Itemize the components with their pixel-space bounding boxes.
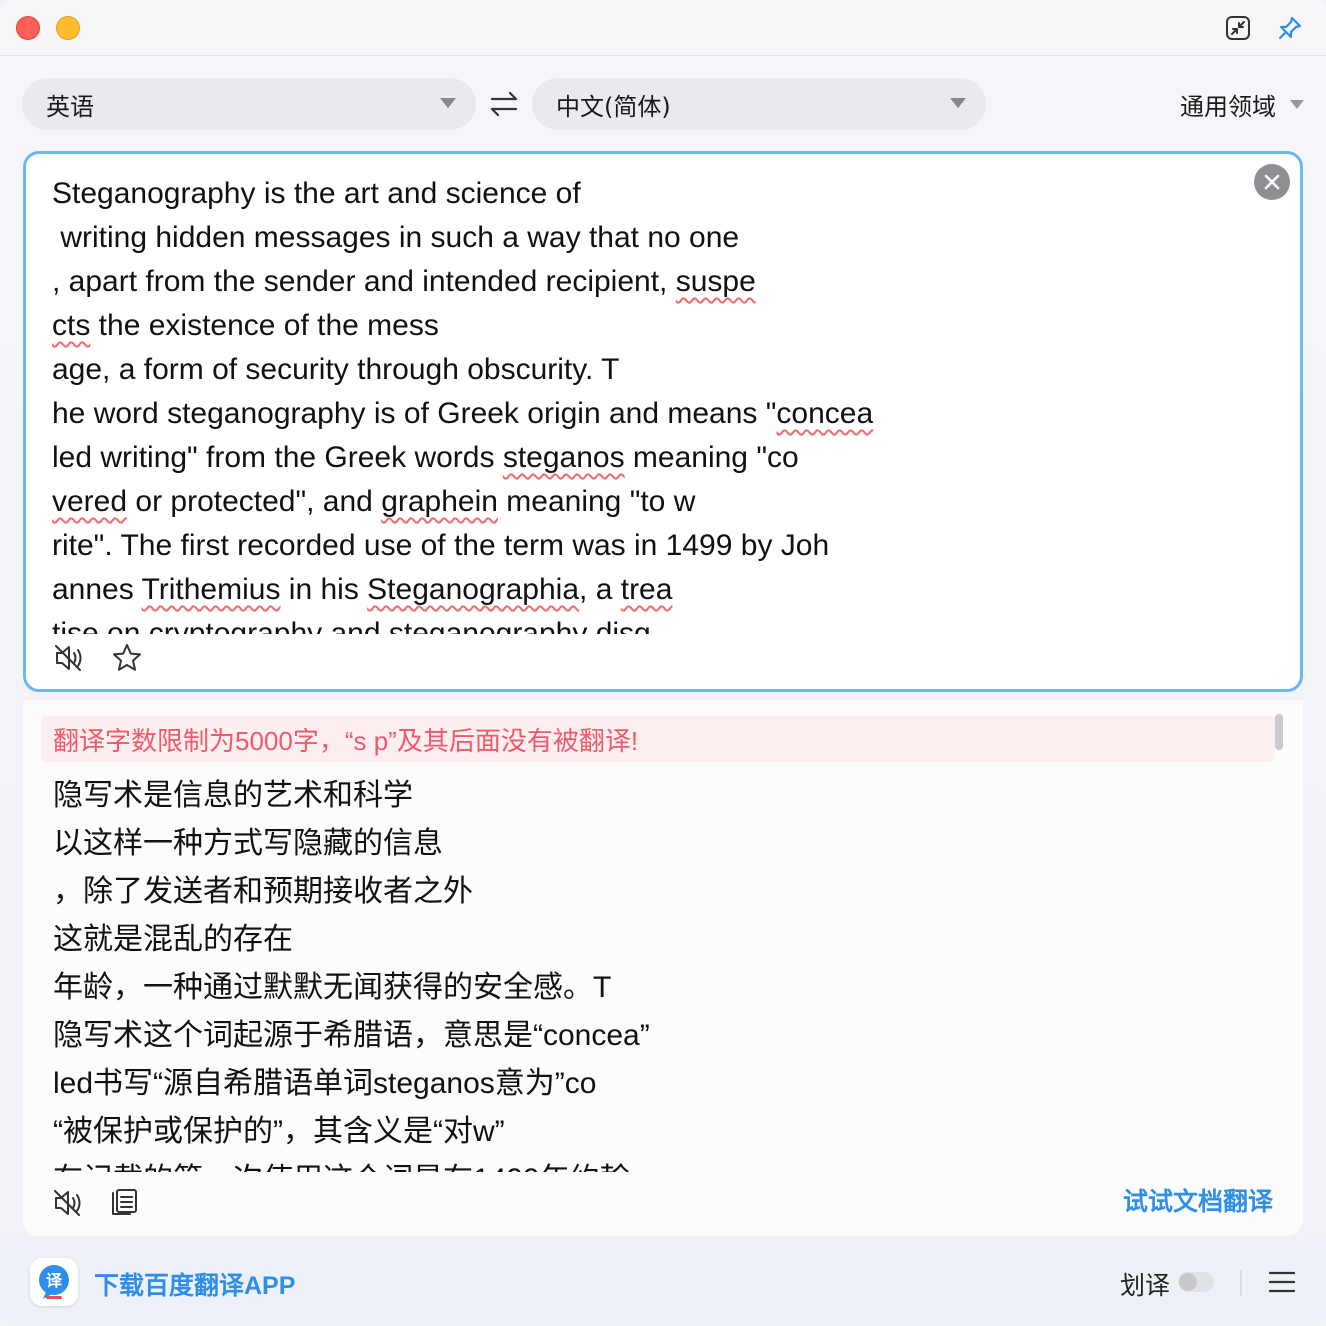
source-text-segment: , a [579, 573, 621, 606]
chevron-down-icon [950, 98, 966, 108]
chevron-down-icon [440, 98, 456, 108]
result-actions [51, 1186, 141, 1220]
translation-line: 这就是混乱的存在 [53, 923, 293, 956]
misspelled-word: cts [52, 309, 91, 342]
window-close-button[interactable] [16, 16, 40, 40]
misspelled-word: Trithemius [141, 573, 281, 606]
translation-line: 年龄，一种通过默默无闻获得的安全感。T [53, 971, 612, 1004]
copy-icon[interactable] [107, 1186, 141, 1220]
source-text-segment: he word steganography is of Greek origin… [52, 397, 777, 430]
speaker-muted-icon[interactable] [52, 641, 86, 675]
misspelled-word: vered [52, 485, 128, 518]
target-language-label: 中文(简体) [556, 92, 671, 121]
source-text-line: cts the existence of the mess [52, 304, 1232, 348]
chevron-down-icon [1290, 99, 1304, 109]
translation-line: 隐写术这个词起源于希腊语，意思是“concea” [53, 1019, 650, 1052]
scrollbar[interactable] [1275, 714, 1283, 750]
source-text-segment: meaning "co [624, 441, 799, 474]
source-textarea[interactable]: Steganography is the art and science of … [52, 172, 1232, 634]
source-text-segment: annes [52, 573, 142, 606]
menu-icon[interactable] [1268, 1270, 1296, 1294]
misspelled-word: concea [776, 397, 874, 430]
language-bar: 英语 中文(简体) 通用领域 [22, 78, 1312, 130]
source-text-segment: meaning "to w [497, 485, 696, 518]
limit-warning-text: 翻译字数限制为5000字，“s p”及其后面没有被翻译! [53, 725, 639, 756]
translation-line: led书写“源自希腊语单词steganos意为”co [53, 1067, 597, 1100]
domain-select[interactable]: 通用领域 [1180, 78, 1304, 130]
limit-warning: 翻译字数限制为5000字，“s p”及其后面没有被翻译! [41, 716, 1275, 762]
source-language-label: 英语 [46, 92, 94, 121]
swap-icon[interactable] [488, 90, 520, 118]
source-text-line: rite". The first recorded use of the ter… [52, 524, 1232, 568]
footer-bar: 译 下载百度翻译APP 划译 [0, 1244, 1326, 1326]
download-app-link[interactable]: 下载百度翻译APP [94, 1266, 295, 1302]
source-text-line: writing hidden messages in such a way th… [52, 216, 1232, 260]
translation-line: 隐写术是信息的艺术和科学 [53, 779, 413, 812]
source-text-line: Steganography is the art and science of [52, 172, 1232, 216]
source-actions [52, 641, 144, 675]
toggle-knob [1179, 1273, 1197, 1291]
try-document-translation-link[interactable]: 试试文档翻译 [1123, 1182, 1273, 1218]
source-text-line: vered or protected", and graphein meanin… [52, 480, 1232, 524]
source-text-line: tise on cryptography and steganography d… [52, 612, 1232, 634]
source-text-segment: Steganography is the art and science of [52, 177, 581, 210]
source-text-segment: writing hidden messages in such a way th… [52, 221, 740, 254]
source-text-line: , apart from the sender and intended rec… [52, 260, 1232, 304]
source-input-box[interactable]: Steganography is the art and science of … [23, 151, 1303, 692]
source-text-segment: rite". The first recorded use of the ter… [52, 529, 830, 562]
misspelled-word: Steganographia [367, 573, 580, 606]
misspelled-word: suspe [675, 265, 756, 298]
selection-translate-toggle[interactable] [1178, 1272, 1214, 1292]
source-text-segment: , apart from the sender and intended rec… [52, 265, 676, 298]
source-text-segment: the existence of the mess [90, 309, 439, 342]
window-minimize-button[interactable] [56, 16, 80, 40]
selection-translate-label: 划译 [1119, 1271, 1170, 1300]
restore-icon[interactable] [1224, 14, 1252, 42]
clear-icon[interactable] [1254, 164, 1290, 200]
source-text-segment: in his [280, 573, 368, 606]
speaker-muted-icon[interactable] [51, 1186, 85, 1220]
baidu-translate-logo[interactable]: 译 [30, 1258, 78, 1306]
misspelled-word: graphein [381, 485, 498, 518]
target-language-select[interactable]: 中文(简体) [532, 78, 986, 130]
source-text-line: annes Trithemius in his Steganographia, … [52, 568, 1232, 612]
source-text-segment: tise on cryptography and steganography d… [52, 617, 651, 634]
translation-line: “被保护或保护的”，其含义是“对w” [53, 1115, 505, 1148]
domain-label: 通用领域 [1180, 92, 1276, 121]
source-text-line: led writing" from the Greek words stegan… [52, 436, 1232, 480]
star-icon[interactable] [110, 641, 144, 675]
source-text-segment: or protected", and [127, 485, 382, 518]
source-text-segment: led writing" from the Greek words [52, 441, 503, 474]
misspelled-word: trea [620, 573, 673, 606]
misspelled-word: steganos [502, 441, 625, 474]
source-text-line: he word steganography is of Greek origin… [52, 392, 1232, 436]
translator-window: 英语 中文(简体) 通用领域 Steganography is the art … [0, 0, 1326, 1326]
translation-output: 隐写术是信息的艺术和科学 以这样一种方式写隐藏的信息 ，除了发送者和预期接收者之外这… [53, 772, 1233, 1172]
title-bar [0, 0, 1326, 56]
pin-icon[interactable] [1276, 14, 1304, 42]
divider [1240, 1270, 1242, 1296]
result-panel: 翻译字数限制为5000字，“s p”及其后面没有被翻译! 隐写术是信息的艺术和科… [23, 700, 1303, 1236]
logo-glyph: 译 [46, 1271, 63, 1290]
translation-line: 在记载的第一次使用这个词是在1499年约翰 [53, 1156, 1233, 1172]
source-text-line: age, a form of security through obscurit… [52, 348, 1232, 392]
source-language-select[interactable]: 英语 [22, 78, 476, 130]
translation-line: 以这样一种方式写隐藏的信息 [53, 827, 443, 860]
translation-line: ，除了发送者和预期接收者之外 [53, 875, 473, 908]
source-text-segment: age, a form of security through obscurit… [52, 353, 620, 386]
